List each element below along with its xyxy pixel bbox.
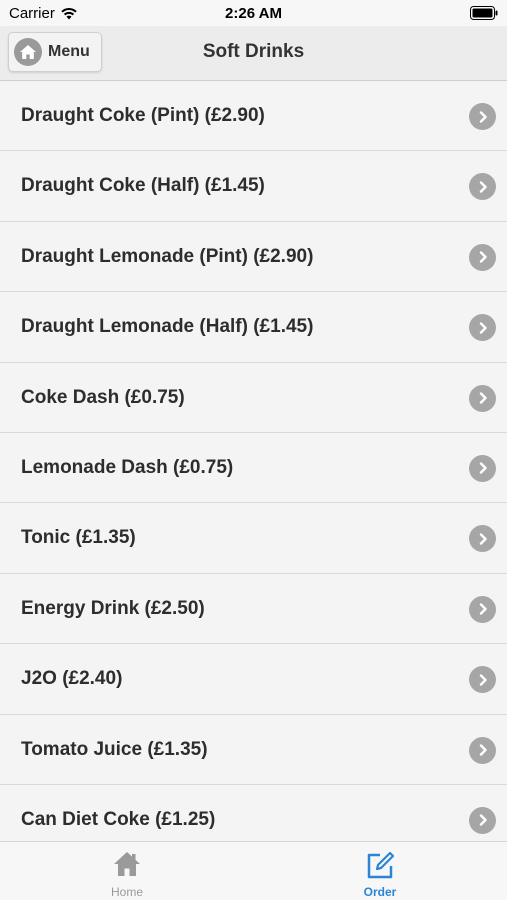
item-label: Lemonade Dash (£0.75) [21,456,234,478]
chevron-right-icon [469,595,496,623]
tab-bar: Home Order [0,841,507,900]
list-item[interactable]: Energy Drink (£2.50) [0,573,507,645]
item-label: Can Diet Coke (£1.25) [21,808,216,830]
list-item[interactable]: Draught Lemonade (Half) (£1.45) [0,292,507,363]
item-label: Draught Lemonade (Pint) (£2.90) [21,245,314,267]
chevron-right-icon [469,103,496,130]
status-bar: Carrier 2:26 AM [0,0,507,26]
nav-bar: Menu Soft Drinks [0,26,507,81]
item-label: Draught Coke (Half) (£1.45) [21,175,265,197]
page-title: Soft Drinks [202,41,305,62]
chevron-right-icon [469,454,496,482]
chevron-right-icon [469,243,496,271]
list-item[interactable]: Lemonade Dash (£0.75) [0,432,507,504]
tab-order-label: Order [363,885,397,899]
tab-home-label: Home [110,885,143,899]
chevron-right-icon [469,525,496,553]
drinks-list: Draught Coke (Pint) (£2.90) Draught Coke… [0,81,507,856]
list-item[interactable]: Draught Lemonade (Pint) (£2.90) [0,221,507,293]
list-item[interactable]: Draught Coke (Pint) (£2.90) [0,81,507,152]
list-item[interactable]: Tomato Juice (£1.35) [0,714,507,785]
chevron-right-icon [469,666,496,694]
chevron-right-icon [469,384,496,412]
chevron-right-icon [469,806,496,834]
list-item[interactable]: Coke Dash (£0.75) [0,362,507,433]
chevron-right-icon [469,314,496,342]
tab-home[interactable]: Home [67,842,187,900]
item-label: Draught Lemonade (Half) (£1.45) [21,316,314,338]
battery-icon [470,6,498,25]
list-item[interactable]: J2O (£2.40) [0,644,507,715]
home-icon [112,850,142,883]
item-label: Tomato Juice (£1.35) [21,738,208,760]
tab-order[interactable]: Order [320,842,440,900]
item-label: J2O (£2.40) [21,668,123,690]
list-item[interactable]: Draught Coke (Half) (£1.45) [0,151,507,222]
list-item[interactable]: Tonic (£1.35) [0,503,507,574]
item-label: Tonic (£1.35) [21,527,136,549]
chevron-right-icon [469,173,496,201]
edit-icon [365,850,395,885]
status-time: 2:26 AM [225,5,282,22]
item-label: Energy Drink (£2.50) [21,597,205,619]
item-label: Draught Coke (Pint) (£2.90) [21,105,265,126]
item-label: Coke Dash (£0.75) [21,386,185,408]
chevron-right-icon [469,736,496,764]
